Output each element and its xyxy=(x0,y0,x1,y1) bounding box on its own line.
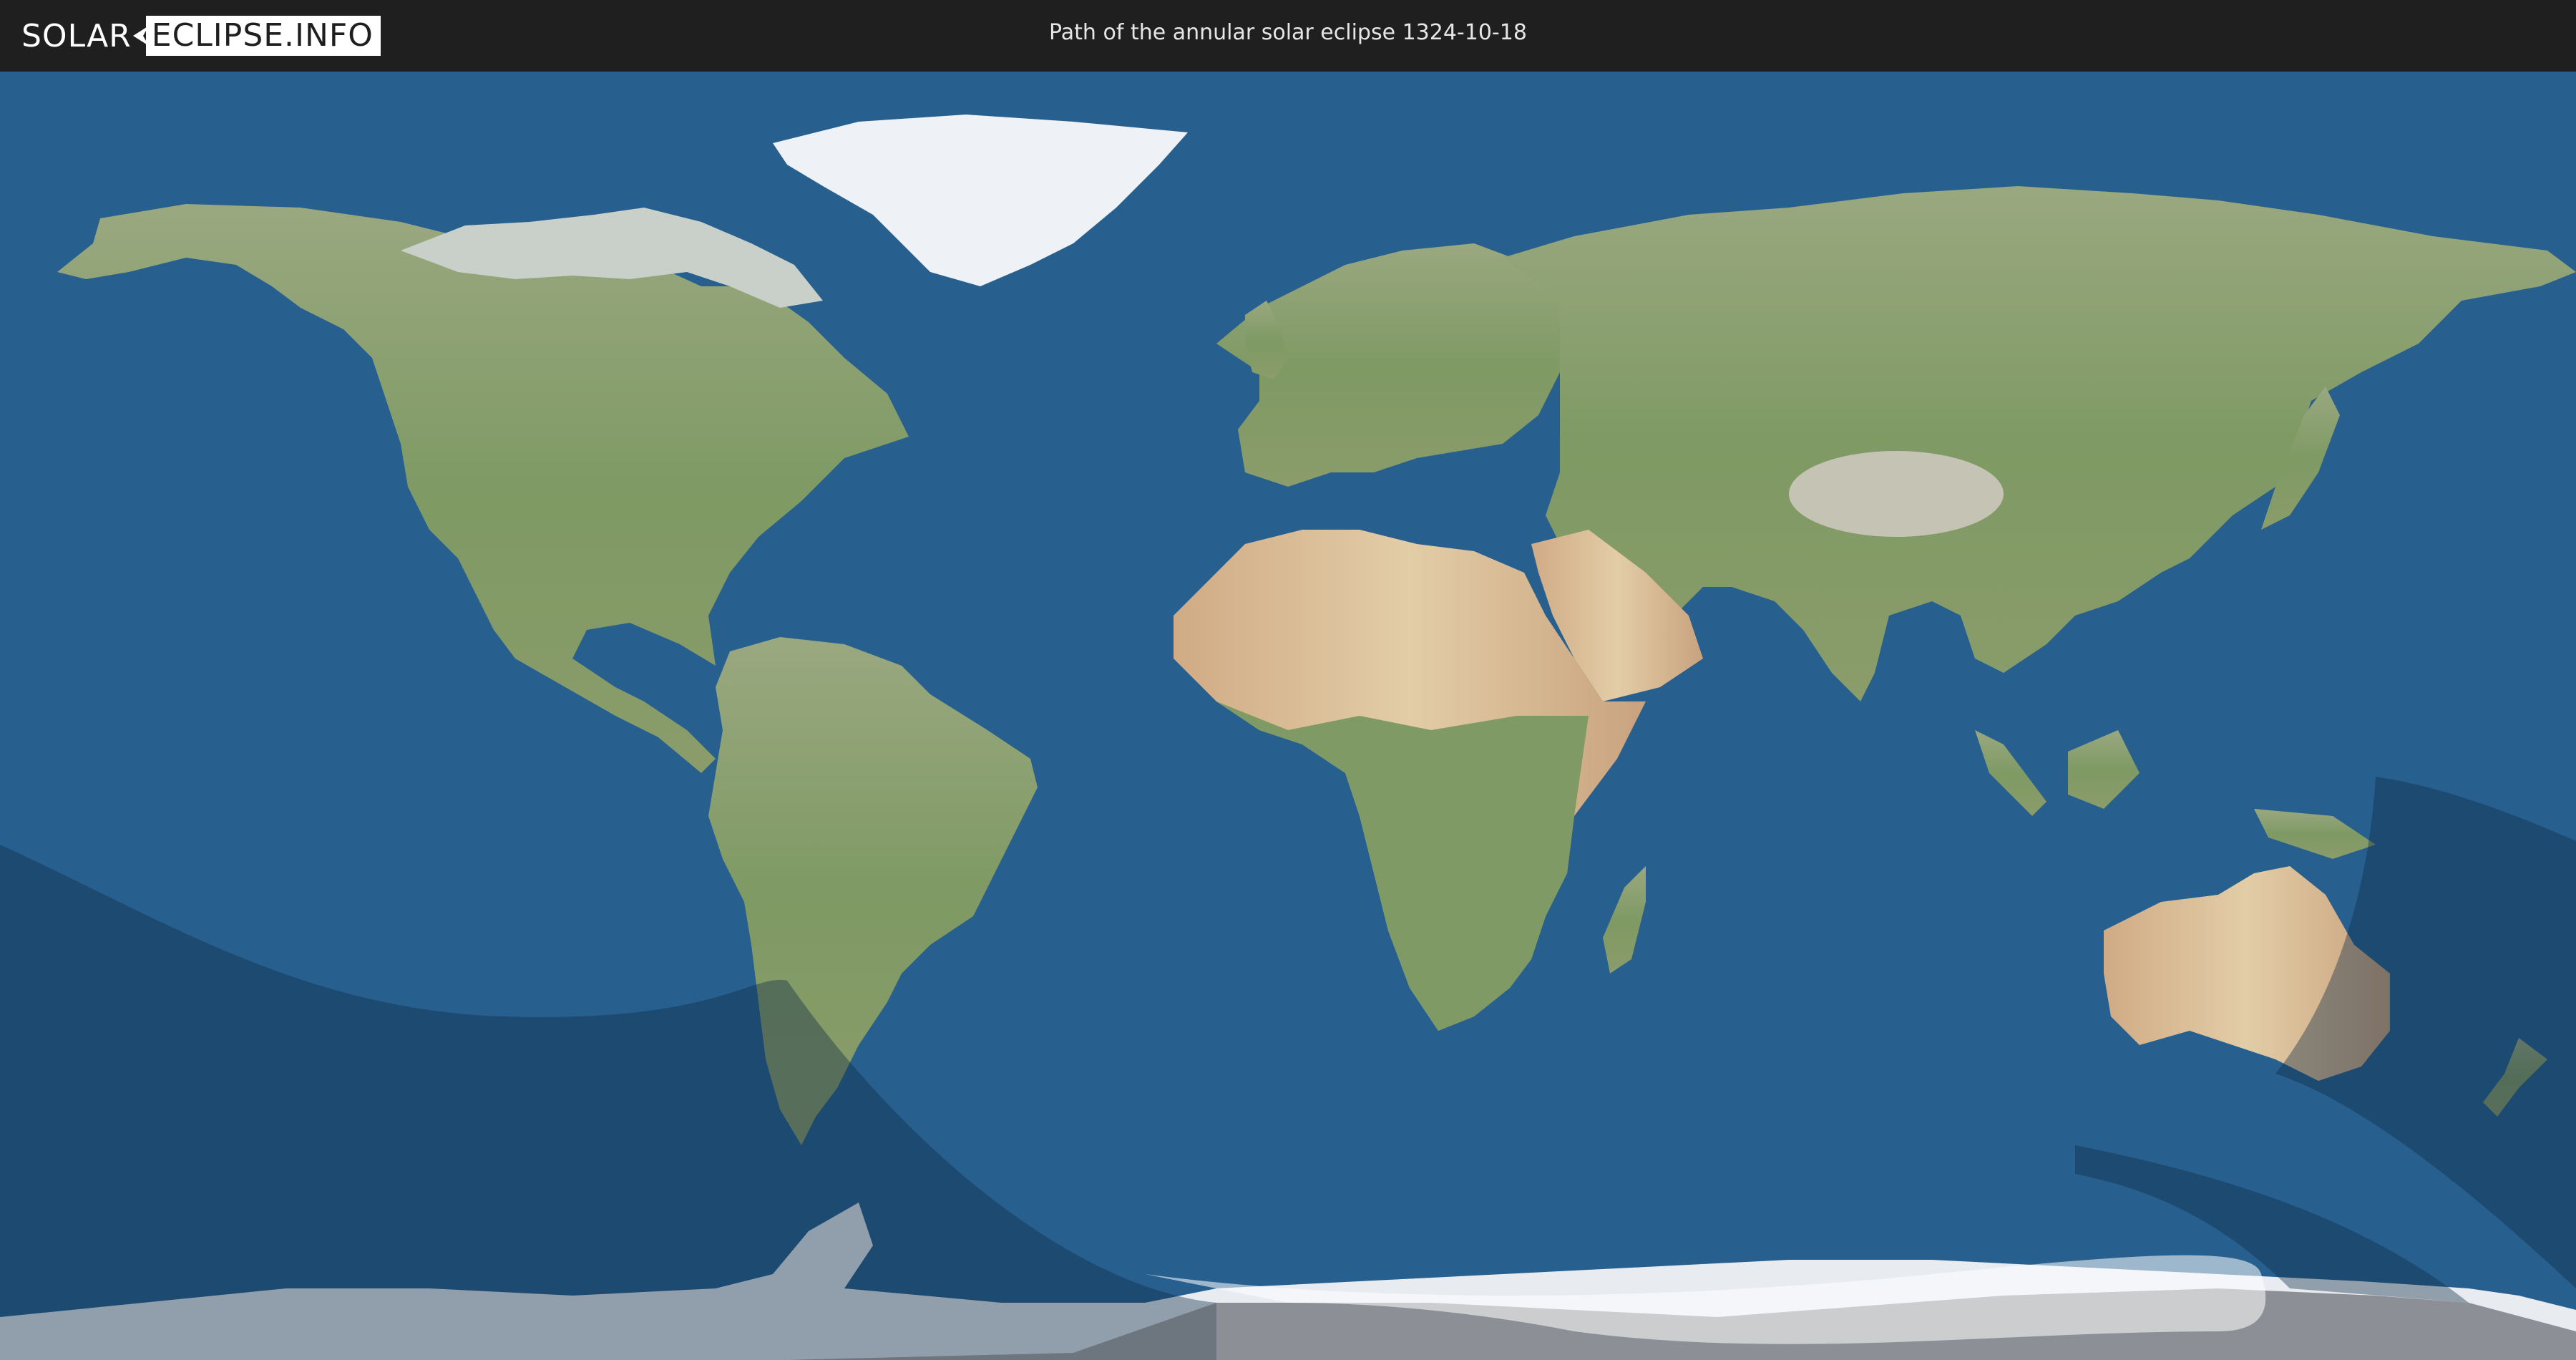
tibetan-plateau xyxy=(1789,451,2004,537)
world-map[interactable] xyxy=(0,72,2576,1360)
top-bar: SOLAR ECLIPSE.INFO Path of the annular s… xyxy=(0,0,2576,72)
page-title: Path of the annular solar eclipse 1324-1… xyxy=(1049,20,1527,45)
